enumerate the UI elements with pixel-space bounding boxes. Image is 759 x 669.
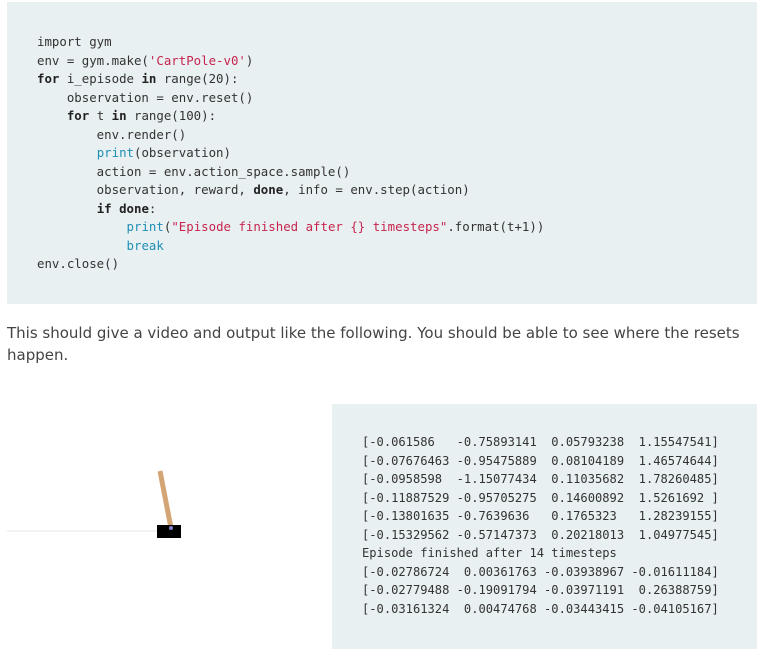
code-token: range(100): bbox=[126, 108, 217, 123]
output-line: [-0.11887529 -0.95705275 0.14600892 1.52… bbox=[362, 490, 719, 505]
code-token: t bbox=[89, 108, 112, 123]
code-line: action = env.action_space.sample() bbox=[37, 163, 544, 182]
output-line: [-0.07676463 -0.95475889 0.08104189 1.46… bbox=[362, 453, 719, 468]
output-line: Episode finished after 14 timesteps bbox=[362, 546, 617, 560]
code-line: env.close() bbox=[37, 255, 544, 274]
code-token: range(20): bbox=[156, 71, 239, 86]
code-line: break bbox=[37, 237, 544, 256]
code-token: break bbox=[126, 237, 164, 253]
output-line: [-0.02786724 0.00361763 -0.03938967 -0.0… bbox=[362, 564, 719, 579]
cartpole-svg bbox=[7, 470, 181, 538]
code-token: i_episode bbox=[59, 71, 142, 86]
code-line: if done: bbox=[37, 200, 544, 219]
code-token: (observation) bbox=[134, 145, 231, 160]
code-token: "Episode finished after {} timesteps" bbox=[171, 219, 448, 234]
description-paragraph: This should give a video and output like… bbox=[7, 324, 740, 364]
code-token: .format(t+1)) bbox=[447, 219, 545, 234]
code-line: print("Episode finished after {} timeste… bbox=[37, 218, 545, 237]
output-line: [-0.03161324 0.00474768 -0.03443415 -0.0… bbox=[362, 601, 719, 616]
code-token: for bbox=[66, 108, 90, 123]
code-token: done bbox=[253, 182, 284, 197]
code-token: env.close() bbox=[37, 256, 120, 271]
code-token: ) bbox=[245, 52, 254, 68]
code-token: in bbox=[111, 108, 127, 123]
code-token: done bbox=[119, 200, 149, 216]
output-line: [-0.15329562 -0.57147373 0.20218013 1.04… bbox=[362, 527, 719, 542]
code-token: , info = env.step(action) bbox=[283, 182, 470, 197]
code-line: for i_episode in range(20): bbox=[37, 70, 544, 89]
code-block: import gym env = gym.make('CartPole-v0') f… bbox=[7, 2, 757, 304]
code-token: env = gym.make( bbox=[37, 52, 149, 68]
output-line: [-0.061586 -0.75893141 0.05793238 1.1554… bbox=[362, 435, 719, 449]
code-line: observation, reward, done, info = env.st… bbox=[37, 181, 544, 200]
code-token: in bbox=[141, 71, 157, 86]
cartpole-render bbox=[7, 404, 327, 654]
code-token: env.render() bbox=[37, 126, 187, 142]
cart bbox=[157, 525, 181, 538]
code-listing: import gym env = gym.make('CartPole-v0') f… bbox=[37, 33, 544, 274]
code-token: if bbox=[96, 200, 112, 216]
console-output: [-0.061586 -0.75893141 0.05793238 1.1554… bbox=[362, 433, 719, 618]
code-line: print(observation) bbox=[37, 144, 544, 163]
code-line: observation = env.reset() bbox=[37, 89, 544, 108]
pole-axle bbox=[169, 526, 173, 530]
code-token: for bbox=[37, 71, 60, 86]
code-token: action = env.action_space.sample() bbox=[37, 163, 351, 179]
code-line: env.render() bbox=[37, 126, 544, 145]
output-line: [-0.02779488 -0.19091794 -0.03971191 0.2… bbox=[362, 583, 719, 597]
code-token: observation = env.reset() bbox=[37, 89, 254, 105]
output-line: [-0.13801635 -0.7639636 0.1765323 1.2823… bbox=[362, 509, 719, 523]
code-line: env = gym.make('CartPole-v0') bbox=[37, 52, 544, 71]
code-token: print bbox=[96, 145, 134, 160]
code-token: : bbox=[148, 200, 157, 216]
code-token: 'CartPole-v0' bbox=[148, 52, 246, 68]
code-line: for t in range(100): bbox=[37, 107, 544, 126]
code-token: import gym bbox=[37, 34, 112, 49]
output-line: [-0.0958598 -1.15077434 0.11035682 1.782… bbox=[362, 472, 719, 486]
code-line: import gym bbox=[37, 33, 544, 52]
output-block: [-0.061586 -0.75893141 0.05793238 1.1554… bbox=[332, 404, 757, 649]
pole bbox=[157, 470, 174, 529]
code-token: observation, reward, bbox=[37, 182, 254, 197]
code-token: print bbox=[126, 219, 164, 234]
